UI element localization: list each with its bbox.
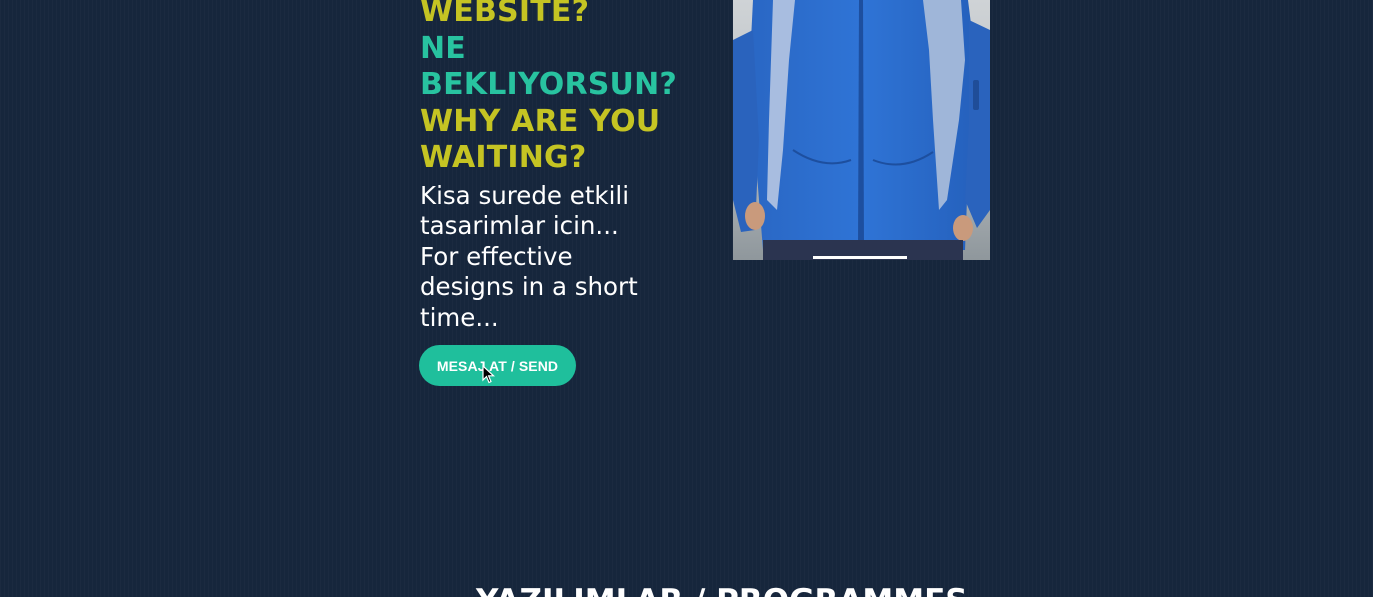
subtext-line: time...: [420, 302, 499, 332]
subtext-line: tasarimlar icin...: [420, 211, 619, 240]
headline-line: WEBSITE?: [420, 0, 590, 29]
subtext-line: designs in a short: [420, 272, 638, 301]
headline-line: WAITING?: [420, 140, 587, 175]
headline-line: WHY ARE YOU: [420, 103, 661, 139]
section-title: YAZILIMLAR / PROGRAMMES: [476, 583, 968, 597]
subtext-line: Kisa surede etkili: [420, 180, 630, 210]
send-message-button[interactable]: MESAJ AT / SEND: [419, 345, 576, 386]
hero-subtext: Kisa surede etkili tasarimlar icin... Fo…: [420, 181, 670, 334]
headline-line: BEKLIYORSUN?: [420, 67, 678, 102]
person-in-blue-jacket-photo: [733, 0, 990, 260]
headline-line: NE: [420, 30, 467, 66]
hero-headline: WEBSITE? NE BEKLIYORSUN? WHY ARE YOU WAI…: [420, 0, 710, 177]
slider-indicator: [813, 256, 907, 259]
subtext-line: For effective: [420, 241, 573, 271]
hero-text-block: WEBSITE? NE BEKLIYORSUN? WHY ARE YOU WAI…: [420, 0, 710, 333]
